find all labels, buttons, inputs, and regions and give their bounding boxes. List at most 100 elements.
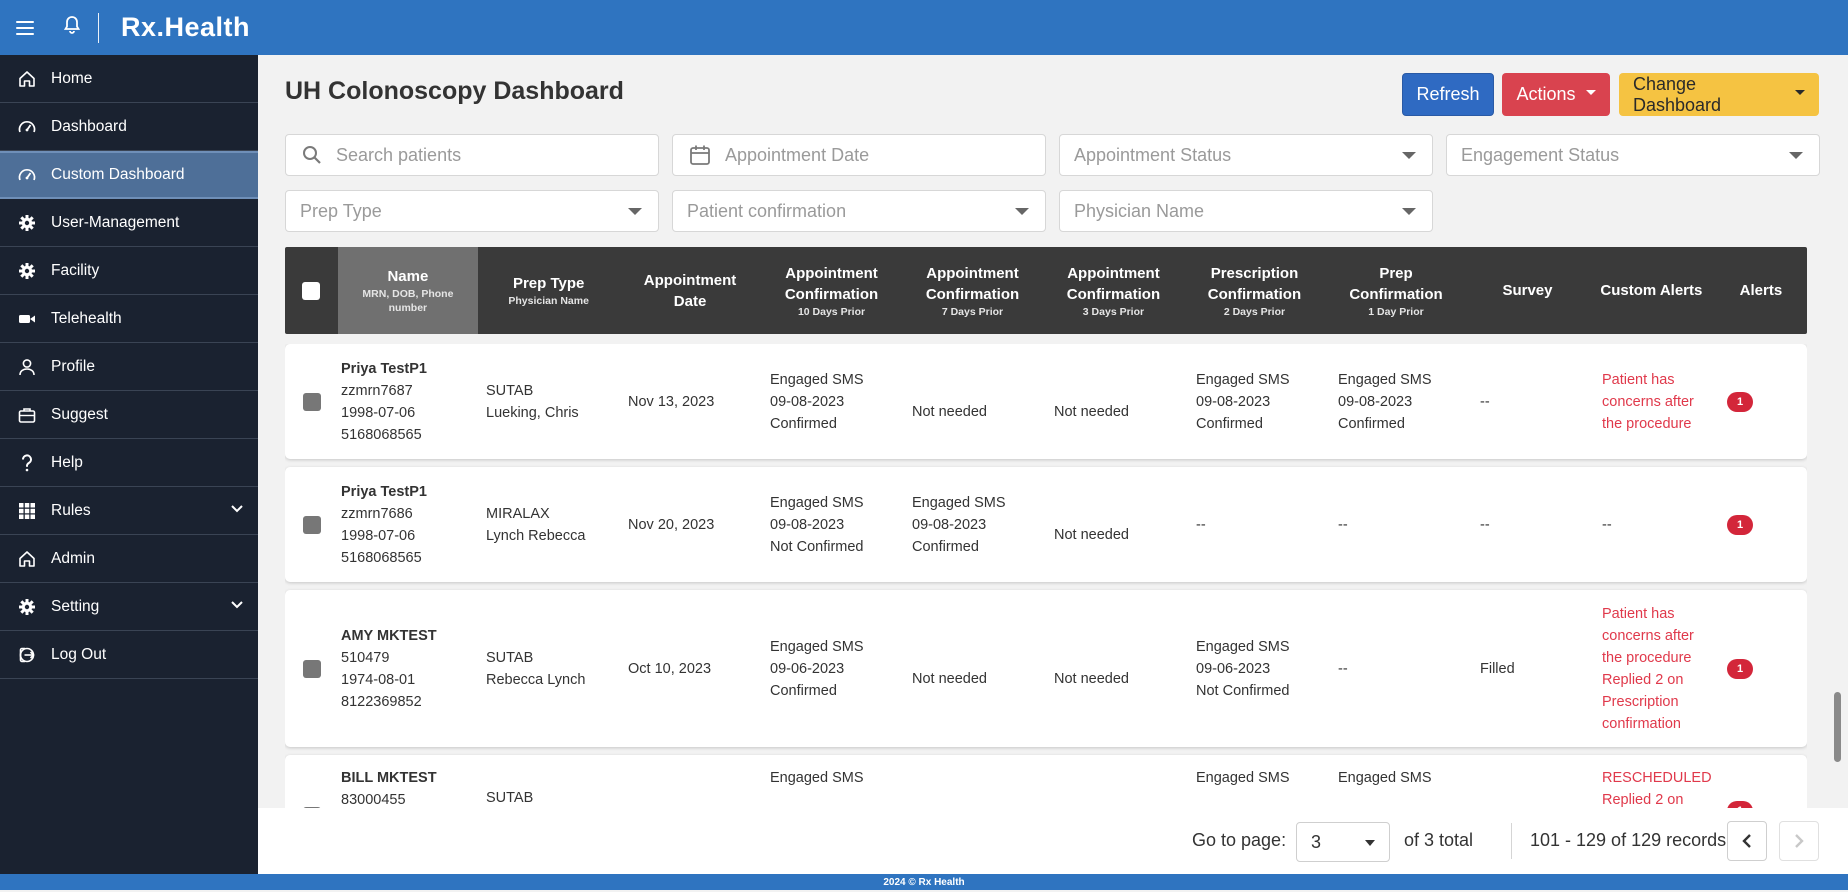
header-prep-type[interactable]: Prep Type Physician Name bbox=[478, 247, 619, 334]
sidebar-item-help[interactable]: Help bbox=[0, 439, 258, 487]
row-checkbox[interactable] bbox=[303, 515, 321, 534]
sidebar-item-home[interactable]: Home bbox=[0, 55, 258, 103]
row-checkbox[interactable] bbox=[303, 659, 321, 678]
header-confirmation-10[interactable]: Appointment Confirmation 10 Days Prior bbox=[761, 247, 902, 334]
header-c3-sub: 3 Days Prior bbox=[1082, 305, 1145, 318]
cell-dob: 1998-07-06 bbox=[341, 527, 416, 544]
table-row[interactable]: AMY MKTEST 510479 1974-08-01 8122369852 SUTA… bbox=[285, 590, 1807, 747]
cell-line: Engaged SMS bbox=[770, 494, 864, 511]
sidebar-item-profile[interactable]: Profile bbox=[0, 343, 258, 391]
cell-rx: -- bbox=[1182, 514, 1324, 536]
cell-line: Engaged SMS bbox=[770, 638, 864, 655]
refresh-button-label: Refresh bbox=[1416, 84, 1480, 104]
gear-icon bbox=[16, 596, 38, 618]
search-input[interactable]: Search patients bbox=[285, 134, 659, 176]
prev-page-button[interactable] bbox=[1727, 821, 1767, 861]
cell-custom: Patient has concerns after the procedure bbox=[1588, 369, 1716, 435]
table-row[interactable]: BILL MKTEST 83000455 SUTAB Engaged SMS Engag… bbox=[285, 755, 1807, 808]
engagement-status-select[interactable]: Engagement Status bbox=[1446, 134, 1820, 176]
cell-name: AMY MKTEST bbox=[341, 627, 437, 644]
header-survey[interactable]: Survey bbox=[1467, 247, 1588, 334]
page-total: of 3 total bbox=[1404, 830, 1474, 850]
cell-line: the procedure bbox=[1602, 415, 1692, 432]
sidebar-item-label: Rules bbox=[51, 501, 91, 519]
bell-icon[interactable] bbox=[63, 16, 81, 39]
prep-type-select[interactable]: Prep Type bbox=[285, 190, 659, 232]
header-survey-label: Survey bbox=[1502, 282, 1553, 299]
sidebar-item-suggest[interactable]: Suggest bbox=[0, 391, 258, 439]
gauge-icon bbox=[16, 116, 38, 138]
table-body: Priya TestP1 zzmrn7687 1998-07-06 516806856… bbox=[285, 344, 1807, 808]
cell-line: Patient has bbox=[1602, 371, 1675, 388]
cell-line: -- bbox=[1338, 660, 1348, 677]
sidebar-item-facility[interactable]: Facility bbox=[0, 247, 258, 295]
row-checkbox[interactable] bbox=[303, 392, 321, 411]
cell-patient: Priya TestP1 zzmrn7686 1998-07-06 516806856… bbox=[329, 481, 472, 569]
table-header: Name MRN, DOB, Phone number Prep Type Ph… bbox=[285, 247, 1807, 334]
alert-badge[interactable]: 1 bbox=[1727, 658, 1753, 679]
sidebar-item-label: Admin bbox=[51, 549, 95, 567]
page-select[interactable]: 3 bbox=[1296, 822, 1390, 862]
header-alerts[interactable]: Alerts bbox=[1715, 247, 1807, 334]
cell-prep-physician: SUTAB bbox=[472, 787, 614, 808]
select-all-checkbox[interactable] bbox=[302, 281, 321, 300]
cell-date: Nov 13, 2023 bbox=[628, 393, 715, 410]
cell-c7: Not needed bbox=[898, 668, 1040, 690]
cell-patient: BILL MKTEST 83000455 bbox=[329, 767, 472, 808]
header-name[interactable]: Name MRN, DOB, Phone number bbox=[337, 247, 479, 334]
patient-confirmation-select[interactable]: Patient confirmation bbox=[672, 190, 1046, 232]
cell-line: Engaged SMS bbox=[1338, 770, 1432, 786]
sidebar-item-label: User-Management bbox=[51, 213, 180, 231]
change-dashboard-button[interactable]: Change Dashboard bbox=[1619, 73, 1819, 116]
sidebar-item-custom-dashboard[interactable]: Custom Dashboard bbox=[0, 151, 258, 199]
cell-line: Not needed bbox=[912, 670, 987, 687]
cell-line: Engaged SMS bbox=[770, 770, 864, 786]
sidebar-item-log-out[interactable]: Log Out bbox=[0, 631, 258, 679]
user-icon bbox=[16, 356, 38, 378]
table-row[interactable]: Priya TestP1 zzmrn7687 1998-07-06 516806856… bbox=[285, 344, 1807, 459]
app-logo[interactable]: Rx.Health bbox=[121, 12, 250, 43]
header-prescription-confirmation[interactable]: Prescription Confirmation 2 Days Prior bbox=[1184, 247, 1325, 334]
refresh-button[interactable]: Refresh bbox=[1402, 73, 1494, 116]
appointment-date-field[interactable]: Appointment Date bbox=[672, 134, 1046, 176]
header-appointment-date[interactable]: Appointment Date bbox=[619, 247, 761, 334]
header-confirmation-7[interactable]: Appointment Confirmation 7 Days Prior bbox=[902, 247, 1043, 334]
cell-custom: -- bbox=[1588, 514, 1716, 536]
table-row[interactable]: Priya TestP1 zzmrn7686 1998-07-06 516806856… bbox=[285, 467, 1807, 582]
header-prep-confirmation[interactable]: Prep Confirmation 1 Day Prior bbox=[1325, 247, 1467, 334]
cell-custom: RESCHEDULED Replied 2 on bbox=[1588, 767, 1716, 808]
sidebar-item-rules[interactable]: Rules bbox=[0, 487, 258, 535]
vertical-scrollbar[interactable] bbox=[1834, 692, 1841, 762]
briefcase-icon bbox=[16, 404, 38, 426]
cell-date: Nov 13, 2023 bbox=[614, 391, 756, 413]
header-custom-alerts[interactable]: Custom Alerts bbox=[1588, 247, 1715, 334]
hamburger-menu-icon[interactable] bbox=[16, 20, 34, 35]
sidebar-item-dashboard[interactable]: Dashboard bbox=[0, 103, 258, 151]
cell-prep_conf: Engaged SMS 09-08-2023 Confirmed bbox=[1324, 369, 1466, 435]
cell-line: -- bbox=[1196, 516, 1206, 533]
alert-badge[interactable]: 1 bbox=[1727, 514, 1753, 535]
cell-c7: Engaged SMS 09-08-2023 Confirmed bbox=[898, 492, 1040, 558]
cell-line: Confirmed bbox=[770, 415, 837, 432]
appointment-date-placeholder: Appointment Date bbox=[725, 144, 870, 165]
sidebar-item-user-management[interactable]: User-Management bbox=[0, 199, 258, 247]
sidebar-item-label: Home bbox=[51, 69, 93, 87]
physician-name-select[interactable]: Physician Name bbox=[1059, 190, 1433, 232]
chevron-left-icon bbox=[1742, 834, 1751, 848]
records-count: 101 - 129 of 129 records bbox=[1530, 830, 1727, 850]
actions-button[interactable]: Actions bbox=[1502, 73, 1610, 116]
sidebar-item-admin[interactable]: Admin bbox=[0, 535, 258, 583]
alert-badge[interactable]: 1 bbox=[1727, 801, 1753, 808]
chevron-down-icon[interactable] bbox=[230, 501, 244, 519]
sidebar-item-telehealth[interactable]: Telehealth bbox=[0, 295, 258, 343]
appointment-status-select[interactable]: Appointment Status bbox=[1059, 134, 1433, 176]
sidebar-item-setting[interactable]: Setting bbox=[0, 583, 258, 631]
chevron-down-icon[interactable] bbox=[230, 597, 244, 615]
pagination-bar: Go to page: 3 of 3 total 101 - 129 of 12… bbox=[258, 808, 1848, 874]
cell-line: Replied 2 on bbox=[1602, 792, 1684, 808]
next-page-button[interactable] bbox=[1779, 821, 1819, 861]
alert-badge[interactable]: 1 bbox=[1727, 391, 1753, 412]
header-confirmation-3[interactable]: Appointment Confirmation 3 Days Prior bbox=[1043, 247, 1184, 334]
cell-name: Priya TestP1 bbox=[341, 360, 427, 377]
goto-page-label: Go to page: bbox=[1192, 830, 1287, 850]
